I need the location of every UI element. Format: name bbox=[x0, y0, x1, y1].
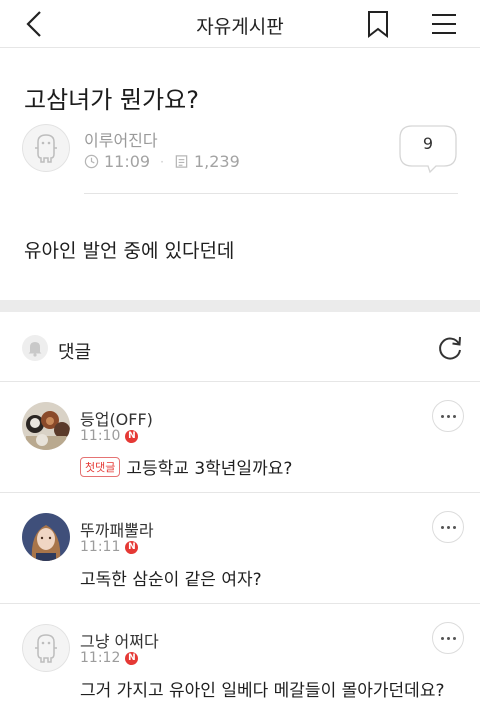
dot bbox=[446, 636, 450, 640]
post-time: 11:09 bbox=[104, 152, 151, 171]
divider bbox=[84, 193, 458, 194]
more-options-button[interactable] bbox=[432, 511, 464, 543]
top-bar: 자유게시판 bbox=[0, 0, 480, 48]
comment-item: 뚜까패뿔라 11:11 N 고독한 삼순이 같은 여자? bbox=[0, 493, 480, 604]
section-separator bbox=[0, 300, 480, 312]
more-options-button[interactable] bbox=[432, 400, 464, 432]
avatar[interactable] bbox=[22, 624, 70, 672]
comment-text: 고독한 삼순이 같은 여자? bbox=[80, 570, 262, 590]
more-dots-icon bbox=[440, 414, 444, 418]
new-badge: N bbox=[125, 540, 139, 554]
comment-meta: 11:11 N bbox=[80, 539, 139, 555]
clock-icon bbox=[84, 154, 99, 169]
comment-time: 11:10 bbox=[80, 428, 121, 444]
more-dots-icon bbox=[440, 525, 444, 529]
comment-item: 등업(OFF) 11:10 N 첫댓글 고등학교 3학년일까요? bbox=[0, 382, 480, 493]
dot bbox=[452, 414, 456, 418]
bookmark-icon[interactable] bbox=[364, 9, 392, 39]
default-avatar-icon bbox=[22, 124, 70, 172]
dot bbox=[452, 525, 456, 529]
comment-text: 고등학교 3학년일까요? bbox=[126, 459, 293, 479]
comment-content: 고독한 삼순이 같은 여자? bbox=[80, 565, 262, 590]
post-meta: 11:09 · 1,239 bbox=[84, 152, 240, 171]
comment-content: 그거 가지고 유아인 일베다 메갈들이 몰아가던데요? bbox=[80, 676, 444, 701]
comments-label: 댓글 bbox=[58, 342, 92, 363]
new-badge: N bbox=[125, 429, 139, 443]
comment-author[interactable]: 그냥 어쩌다 bbox=[80, 628, 159, 652]
comment-count[interactable]: 9 bbox=[398, 134, 458, 153]
notification-toggle[interactable] bbox=[22, 335, 48, 361]
comment-time: 11:12 bbox=[80, 650, 121, 666]
post-body: 유아인 발언 중에 있다던데 bbox=[24, 240, 235, 262]
comment-meta: 11:10 N bbox=[80, 428, 139, 444]
comment-time: 11:11 bbox=[80, 539, 121, 555]
comment-meta: 11:12 N bbox=[80, 650, 139, 666]
comment-item: 그냥 어쩌다 11:12 N 그거 가지고 유아인 일베다 메갈들이 몰아가던데… bbox=[0, 604, 480, 710]
comment-text: 그거 가지고 유아인 일베다 메갈들이 몰아가던데요? bbox=[80, 681, 445, 701]
profile-photo-icon bbox=[22, 513, 70, 561]
hamburger-menu-icon[interactable] bbox=[428, 10, 460, 38]
refresh-icon[interactable] bbox=[436, 334, 464, 362]
bell-icon bbox=[28, 342, 42, 357]
more-options-button[interactable] bbox=[432, 622, 464, 654]
post-title: 고삼녀가 뭔가요? bbox=[24, 86, 199, 114]
view-count: 1,239 bbox=[193, 152, 240, 171]
comment-content: 첫댓글 고등학교 3학년일까요? bbox=[80, 454, 292, 479]
first-comment-tag: 첫댓글 bbox=[80, 456, 121, 477]
avatar[interactable] bbox=[22, 124, 70, 172]
meta-separator: · bbox=[160, 154, 164, 169]
author-name[interactable]: 이루어진다 bbox=[84, 127, 158, 151]
avatar[interactable] bbox=[22, 402, 70, 450]
default-avatar-icon bbox=[22, 624, 70, 672]
more-dots-icon bbox=[440, 636, 444, 640]
dot bbox=[452, 636, 456, 640]
dot bbox=[446, 414, 450, 418]
comments-header: 댓글 bbox=[0, 312, 480, 382]
comment-author[interactable]: 등업(OFF) bbox=[80, 406, 153, 430]
document-icon bbox=[175, 155, 188, 168]
comment-author[interactable]: 뚜까패뿔라 bbox=[80, 517, 154, 541]
board-title: 자유게시판 bbox=[196, 16, 284, 38]
new-badge: N bbox=[125, 651, 139, 665]
profile-photo-icon bbox=[22, 402, 70, 450]
avatar[interactable] bbox=[22, 513, 70, 561]
dot bbox=[446, 525, 450, 529]
